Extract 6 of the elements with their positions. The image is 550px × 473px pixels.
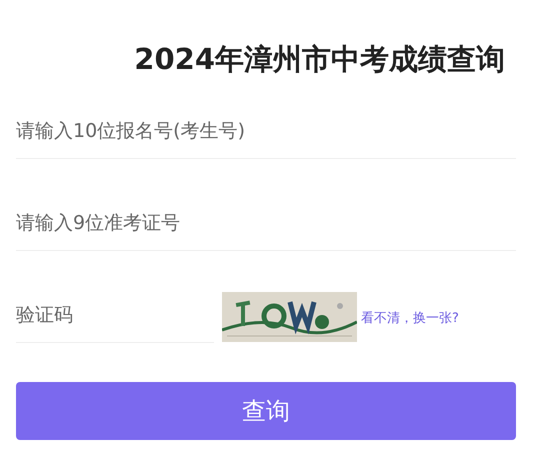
text-field[interactable]: 请输入9位准考证号 (16, 196, 516, 251)
text-field[interactable]: 请输入10位报名号(考生号) (16, 104, 516, 159)
captcha-field[interactable]: 验证码 (16, 288, 214, 343)
page-title: 2024年漳州市中考成绩查询 (133, 41, 506, 77)
refresh-captcha-link[interactable]: 看不清，换一张? (361, 309, 459, 329)
query-button[interactable]: 查询 (16, 382, 516, 440)
